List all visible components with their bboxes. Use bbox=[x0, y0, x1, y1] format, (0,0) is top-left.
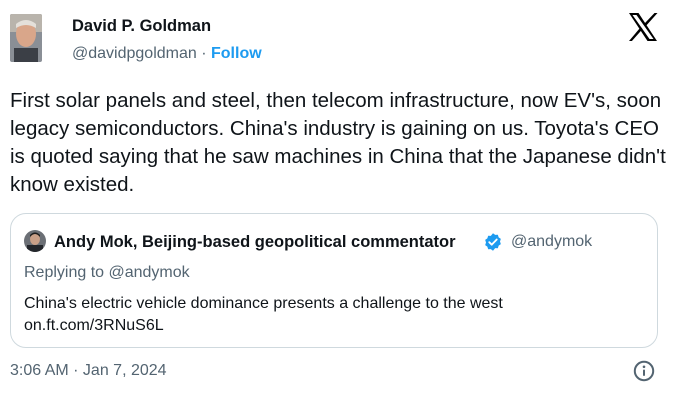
quoted-author-name: Andy Mok, Beijing-based geopolitical com… bbox=[54, 233, 456, 251]
quoted-link: on.ft.com/3RNuS6L bbox=[24, 317, 164, 334]
quoted-text-line: China's electric vehicle dominance prese… bbox=[24, 295, 503, 312]
tweet-text: First solar panels and steel, then telec… bbox=[10, 89, 666, 196]
replying-to: Replying to @andymok bbox=[24, 264, 190, 281]
quoted-handle: @andymok bbox=[511, 233, 593, 250]
author-avatar[interactable] bbox=[10, 14, 42, 62]
author-handle-row: @davidpgoldman · Follow bbox=[72, 45, 262, 63]
verified-badge-icon bbox=[483, 232, 503, 252]
quoted-tweet-card[interactable]: Andy Mok, Beijing-based geopolitical com… bbox=[10, 213, 658, 348]
handle-separator: · bbox=[201, 45, 207, 62]
info-icon[interactable] bbox=[633, 360, 655, 382]
quoted-avatar[interactable] bbox=[24, 230, 46, 252]
quoted-text: China's electric vehicle dominance prese… bbox=[24, 293, 503, 337]
tweet-timestamp[interactable]: 3:06 AM · Jan 7, 2024 bbox=[10, 362, 167, 380]
x-logo-icon[interactable] bbox=[627, 12, 659, 42]
follow-button[interactable]: Follow bbox=[211, 45, 262, 62]
author-handle[interactable]: @davidpgoldman bbox=[72, 45, 197, 62]
author-name[interactable]: David P. Goldman bbox=[72, 17, 211, 36]
